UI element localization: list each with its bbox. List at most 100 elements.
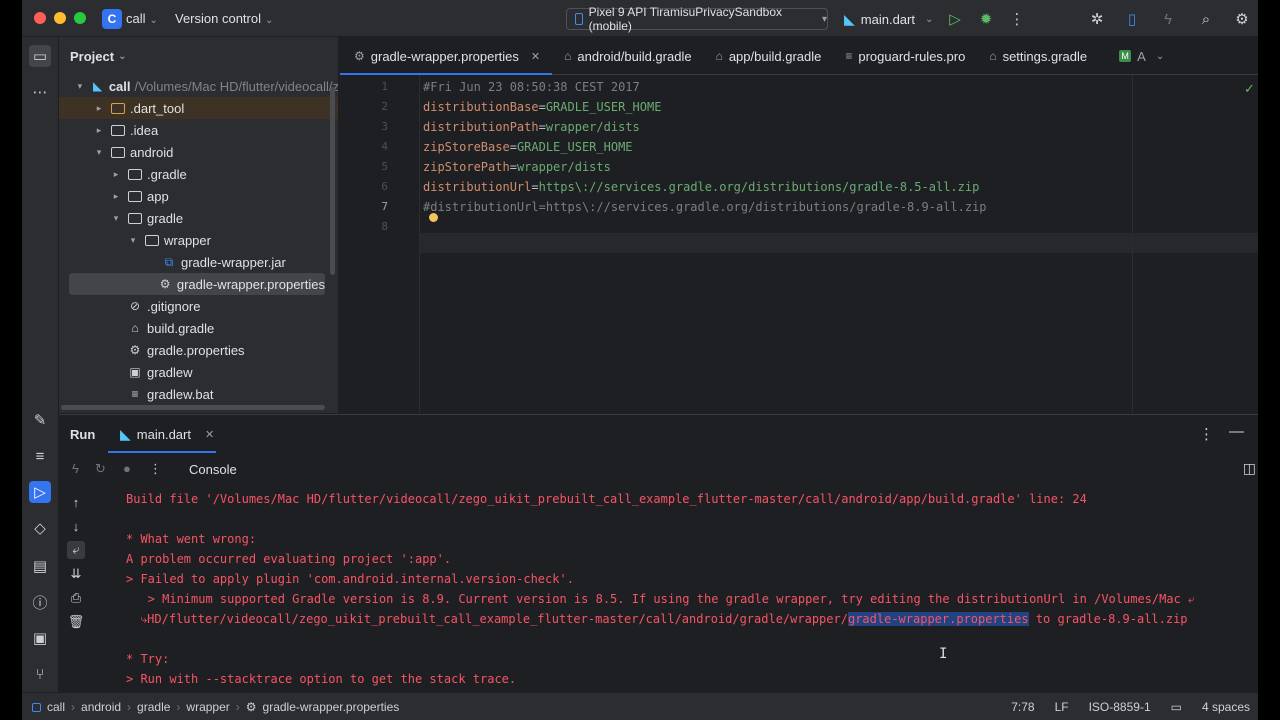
tree-item[interactable]: ▸ .idea	[59, 119, 338, 141]
minimize-window-button[interactable]	[54, 12, 66, 24]
editor-tab[interactable]: ⌂ android/build.gradle	[552, 37, 703, 75]
scroll-to-end-icon[interactable]: ⇊	[67, 565, 85, 583]
device-label: Pixel 9 API TiramisuPrivacySandbox (mobi…	[588, 5, 782, 33]
code-line[interactable]: distributionPath=wrapper/dists	[423, 117, 640, 137]
tree-item[interactable]: ▾ ◣ call /Volumes/Mac HD/flutter/videocall…	[59, 75, 338, 97]
project-folder-icon[interactable]: ▭	[29, 45, 51, 67]
trash-icon[interactable]: 🗑	[67, 613, 85, 631]
project-panel-header[interactable]: Project ⌄	[59, 37, 338, 75]
layout-icon[interactable]: ◫	[1243, 460, 1256, 477]
tree-item[interactable]: ▸ .dart_tool	[59, 97, 338, 119]
problems-icon[interactable]: ⓘ	[29, 591, 51, 613]
close-icon[interactable]: ✕	[531, 50, 540, 63]
breadcrumb-item[interactable]: wrapper	[186, 700, 229, 714]
lightning-icon[interactable]: ϟ	[1157, 8, 1179, 30]
tree-horizontal-scrollbar[interactable]	[61, 405, 325, 410]
code-line[interactable]: distributionUrl=https\://services.gradle…	[423, 177, 979, 197]
close-icon[interactable]: ✕	[205, 428, 214, 441]
code-line[interactable]: zipStoreBase=GRADLE_USER_HOME	[423, 137, 633, 157]
chevron-down-icon[interactable]: ⌄	[1156, 51, 1164, 62]
tree-item[interactable]: ▾ gradle	[59, 207, 338, 229]
chevron-down-icon[interactable]: ▾	[126, 235, 140, 246]
tree-item[interactable]: ▣ gradlew	[59, 361, 338, 383]
run-icon[interactable]: ▷	[944, 8, 966, 30]
console-output[interactable]: Build file '/Volumes/Mac HD/flutter/vide…	[104, 487, 1244, 693]
flutter-inspector-icon[interactable]: ✎	[29, 409, 51, 431]
breadcrumb-item[interactable]: call	[47, 700, 65, 714]
project-badge[interactable]: C	[102, 9, 122, 29]
chevron-right-icon[interactable]: ▸	[92, 125, 106, 136]
panel-options-icon[interactable]: ⋮	[1199, 425, 1214, 443]
bug-settings-icon[interactable]: ✲	[1086, 8, 1108, 30]
version-control-menu[interactable]: Version control ⌄	[175, 11, 273, 26]
tree-item[interactable]: ▾ android	[59, 141, 338, 163]
chevron-down-icon[interactable]: ▾	[92, 147, 106, 158]
chevron-right-icon[interactable]: ▸	[92, 103, 106, 114]
debug-icon[interactable]: ✹	[975, 8, 997, 30]
chevron-down-icon[interactable]: ▾	[109, 213, 123, 224]
scroll-down-icon[interactable]: ↓	[67, 517, 85, 535]
tree-item[interactable]: ⚙ gradle-wrapper.properties	[69, 273, 325, 295]
tree-scrollbar[interactable]	[330, 87, 335, 275]
breadcrumb-item[interactable]: gradle-wrapper.properties	[263, 700, 400, 714]
editor-tab[interactable]: M A ⌄	[1099, 37, 1176, 75]
lightbulb-icon[interactable]	[429, 213, 438, 222]
project-switcher[interactable]: call ⌄	[126, 11, 158, 26]
more-tools-icon[interactable]: ⋯	[29, 81, 51, 103]
readonly-lock-icon[interactable]: ▭	[1171, 700, 1182, 714]
run-configuration-selector[interactable]: ◣ main.dart ⌄	[844, 11, 933, 28]
code-token: distributionPath	[423, 120, 539, 134]
breadcrumb-item[interactable]: gradle	[137, 700, 170, 714]
git-icon[interactable]: ⑂	[29, 663, 51, 685]
tree-item[interactable]: ⌂ build.gradle	[59, 317, 338, 339]
tree-item[interactable]: ▸ .gradle	[59, 163, 338, 185]
minimize-icon[interactable]: —	[1229, 423, 1244, 440]
hot-reload-icon[interactable]: ϟ	[72, 461, 79, 476]
print-icon[interactable]: ⎙	[67, 589, 85, 607]
editor-tab[interactable]: ≡ proguard-rules.pro	[833, 37, 977, 75]
inspection-ok-icon[interactable]: ✓	[1244, 81, 1255, 97]
structure-icon[interactable]: ≡	[29, 445, 51, 467]
soft-wrap-icon[interactable]: ⤶	[67, 541, 85, 559]
file-encoding[interactable]: ISO-8859-1	[1089, 700, 1151, 714]
caret-position[interactable]: 7:78	[1011, 700, 1034, 714]
chevron-right-icon: ›	[127, 700, 132, 714]
indent-setting[interactable]: 4 spaces	[1202, 700, 1250, 714]
chevron-down-icon[interactable]: ▾	[74, 81, 87, 92]
gem-icon[interactable]: ◇	[29, 517, 51, 539]
zoom-window-button[interactable]	[74, 12, 86, 24]
run-tool-icon[interactable]: ▷	[29, 481, 51, 503]
tree-item[interactable]: ≡ gradlew.bat	[59, 383, 338, 405]
line-separator[interactable]: LF	[1055, 700, 1069, 714]
chevron-right-icon[interactable]: ▸	[109, 169, 123, 180]
hot-restart-icon[interactable]: ↻	[95, 461, 106, 477]
console-tab[interactable]: Console	[189, 462, 237, 477]
code-line[interactable]: distributionBase=GRADLE_USER_HOME	[423, 97, 661, 117]
tree-item[interactable]: ▾ wrapper	[59, 229, 338, 251]
editor-tab[interactable]: ⚙ gradle-wrapper.properties ✕	[340, 37, 552, 75]
device-selector[interactable]: Pixel 9 API TiramisuPrivacySandbox (mobi…	[566, 5, 828, 33]
run-tab-main-dart[interactable]: ◣ main.dart ✕	[108, 415, 216, 453]
editor-tab[interactable]: ⌂ settings.gradle	[977, 37, 1099, 75]
close-window-button[interactable]	[34, 12, 46, 24]
code-line[interactable]: #distributionUrl=https\://services.gradl…	[423, 197, 987, 217]
more-actions-icon[interactable]: ⋮	[1006, 8, 1028, 30]
editor-tab[interactable]: ⌂ app/build.gradle	[704, 37, 834, 75]
terminal-icon[interactable]: ▣	[29, 627, 51, 649]
device-manager-icon[interactable]: ▯	[1121, 8, 1143, 30]
tree-item[interactable]: ▸ app	[59, 185, 338, 207]
line-number: 3	[381, 120, 388, 133]
tree-item[interactable]: ⊘ .gitignore	[59, 295, 338, 317]
tree-item[interactable]: ⚙ gradle.properties	[59, 339, 338, 361]
logcat-icon[interactable]: ▤	[29, 555, 51, 577]
code-line[interactable]: #Fri Jun 23 08:50:38 CEST 2017	[423, 77, 640, 97]
more-icon[interactable]: ⋮	[149, 461, 162, 477]
breadcrumb-item[interactable]: android	[81, 700, 121, 714]
search-icon[interactable]: ⌕	[1195, 8, 1217, 30]
settings-gear-icon[interactable]: ⚙	[1231, 8, 1253, 30]
chevron-right-icon[interactable]: ▸	[109, 191, 123, 202]
stop-icon[interactable]: ●	[123, 461, 131, 476]
tree-item[interactable]: ⧉ gradle-wrapper.jar	[59, 251, 338, 273]
scroll-up-icon[interactable]: ↑	[67, 493, 85, 511]
code-line[interactable]: zipStorePath=wrapper/dists	[423, 157, 611, 177]
